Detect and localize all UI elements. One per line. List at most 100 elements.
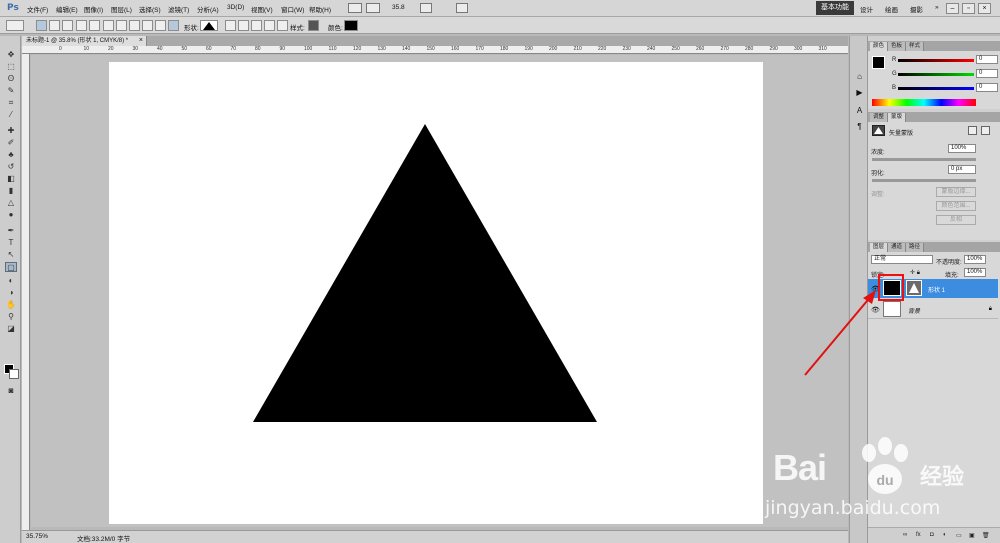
pixel-mask-icon[interactable]	[968, 126, 977, 135]
rectangle-icon[interactable]	[103, 20, 114, 31]
background-color-swatch[interactable]	[9, 369, 19, 379]
feather-slider[interactable]	[872, 179, 976, 182]
zoom-field[interactable]: 35.8	[392, 4, 405, 11]
layer-thumbnail[interactable]	[883, 301, 901, 317]
menu-3d[interactable]: 3D(D)	[227, 4, 244, 11]
subtract-icon[interactable]	[238, 20, 249, 31]
clone-stamp-tool-icon[interactable]: ♣	[5, 150, 17, 160]
workspace-photography[interactable]: 摄影	[910, 4, 923, 14]
custom-shape-icon[interactable]	[168, 20, 179, 31]
3d-orbit-tool-icon[interactable]: ◑	[5, 288, 17, 298]
menu-view[interactable]: 视图(V)	[251, 4, 273, 14]
fill-value[interactable]: 100%	[964, 268, 986, 277]
tab-adjustments[interactable]: 调整	[870, 113, 889, 122]
tab-paths[interactable]: 路径	[906, 243, 925, 252]
workspace-essentials[interactable]: 基本功能	[816, 1, 854, 15]
menu-select[interactable]: 选择(S)	[139, 4, 161, 14]
path-select-tool-icon[interactable]: ↖	[5, 250, 17, 260]
actions-icon[interactable]: ▶	[854, 88, 865, 97]
reset-colors-icon[interactable]: ◪	[5, 324, 17, 334]
channel-r-value[interactable]: 0	[976, 55, 998, 64]
quick-select-tool-icon[interactable]: ✎	[5, 86, 17, 96]
color-spectrum-bar[interactable]	[872, 99, 976, 106]
layer-name[interactable]: 形状 1	[928, 285, 945, 294]
document-close-icon[interactable]: ×	[139, 36, 143, 46]
tab-color[interactable]: 颜色	[870, 42, 889, 51]
style-picker[interactable]	[308, 20, 319, 31]
menu-file[interactable]: 文件(F)	[27, 4, 48, 14]
canvas-area[interactable]	[31, 55, 848, 527]
tab-masks[interactable]: 蒙版	[888, 113, 907, 122]
menu-window[interactable]: 窗口(W)	[281, 4, 304, 14]
shape-layers-icon[interactable]	[36, 20, 47, 31]
crop-tool-icon[interactable]: ⌗	[5, 98, 17, 108]
ellipse-icon[interactable]	[129, 20, 140, 31]
tab-channels[interactable]: 通道	[888, 243, 907, 252]
triangle-shape[interactable]	[109, 62, 763, 524]
gradient-tool-icon[interactable]: ▮	[5, 186, 17, 196]
shape-tool-icon[interactable]: ▢	[5, 262, 17, 272]
arrange-icon[interactable]	[420, 3, 432, 13]
color-range-button[interactable]: 颜色范围...	[936, 201, 976, 211]
intersect-icon[interactable]	[251, 20, 262, 31]
minibridge-icon[interactable]	[366, 3, 380, 13]
document-canvas[interactable]	[109, 62, 763, 524]
screen-mode-icon[interactable]	[456, 3, 468, 13]
workspace-design[interactable]: 设计	[860, 4, 873, 14]
blend-mode-select[interactable]: 正常	[871, 255, 933, 264]
tab-layers[interactable]: 图层	[870, 243, 889, 252]
minimize-icon[interactable]: –	[946, 3, 959, 14]
menu-help[interactable]: 帮助(H)	[309, 4, 331, 14]
paths-icon[interactable]	[49, 20, 60, 31]
density-slider[interactable]	[872, 158, 976, 161]
layer-row-background[interactable]: 👁︎ 背景 🔒︎	[868, 300, 998, 319]
exclude-icon[interactable]	[264, 20, 275, 31]
type-tool-icon[interactable]: T	[5, 238, 17, 248]
pen-icon[interactable]	[76, 20, 87, 31]
add-vector-mask-icon[interactable]	[981, 126, 990, 135]
menu-analysis[interactable]: 分析(A)	[197, 4, 219, 14]
menu-layer[interactable]: 图层(L)	[111, 4, 132, 14]
menu-filter[interactable]: 滤镜(T)	[168, 4, 189, 14]
channel-r-slider[interactable]	[898, 59, 974, 62]
eraser-tool-icon[interactable]: ◧	[5, 174, 17, 184]
layer-name[interactable]: 背景	[908, 306, 920, 315]
3d-rotate-tool-icon[interactable]: ◐	[5, 276, 17, 286]
character-icon[interactable]: A	[854, 106, 865, 115]
blur-tool-icon[interactable]: △	[5, 198, 17, 208]
shape-picker[interactable]	[200, 20, 218, 31]
dodge-tool-icon[interactable]: ●	[5, 210, 17, 220]
color-swatch[interactable]	[344, 20, 358, 31]
tool-preset-icon[interactable]	[6, 20, 24, 31]
marquee-tool-icon[interactable]: ⬚	[5, 62, 17, 72]
zoom-tool-icon[interactable]: ⚲	[5, 312, 17, 322]
link-icon[interactable]	[277, 20, 288, 31]
document-tab[interactable]: 未标题-1 @ 35.8% (形状 1, CMYK/8) * ×	[22, 36, 147, 46]
lock-icon[interactable]: ✛ 🔒︎	[910, 269, 920, 277]
move-tool-icon[interactable]: ✥	[5, 50, 17, 60]
lasso-tool-icon[interactable]: ʘ	[5, 74, 17, 84]
channel-b-slider[interactable]	[898, 87, 974, 90]
channel-g-value[interactable]: 0	[976, 69, 998, 78]
menu-image[interactable]: 图像(I)	[84, 4, 103, 14]
polygon-icon[interactable]	[142, 20, 153, 31]
feather-value[interactable]: 0 px	[948, 165, 976, 174]
history-brush-tool-icon[interactable]: ↺	[5, 162, 17, 172]
eyedropper-tool-icon[interactable]: ⁄	[5, 110, 17, 120]
bridge-icon[interactable]	[348, 3, 362, 13]
history-icon[interactable]: ⌂	[854, 72, 865, 81]
color-fg-swatch[interactable]	[872, 56, 885, 69]
channel-g-slider[interactable]	[898, 73, 974, 76]
restore-icon[interactable]: ▫	[962, 3, 975, 14]
invert-button[interactable]: 反相	[936, 215, 976, 225]
healing-tool-icon[interactable]: ✚	[5, 126, 17, 136]
rounded-rectangle-icon[interactable]	[116, 20, 127, 31]
menu-edit[interactable]: 编辑(E)	[56, 4, 78, 14]
opacity-value[interactable]: 100%	[964, 255, 986, 264]
pen-tool-icon[interactable]: ✒	[5, 226, 17, 236]
brush-tool-icon[interactable]: ✐	[5, 138, 17, 148]
mask-edge-button[interactable]: 蒙版边缘...	[936, 187, 976, 197]
close-icon[interactable]: ×	[978, 3, 991, 14]
line-icon[interactable]	[155, 20, 166, 31]
quick-mask-icon[interactable]: ◙	[5, 386, 17, 396]
